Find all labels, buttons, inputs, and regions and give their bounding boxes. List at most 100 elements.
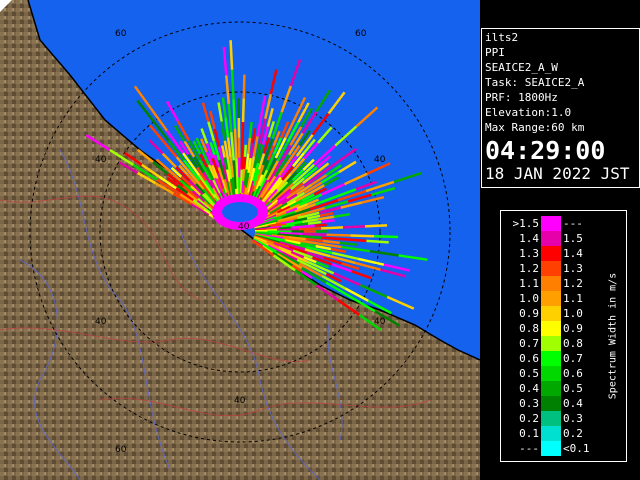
prf-value: PRF: 1800Hz xyxy=(485,91,558,104)
echo-ray xyxy=(276,228,300,232)
echo-ray xyxy=(364,224,388,228)
echo-ray xyxy=(298,227,322,231)
echo-ray xyxy=(248,121,253,138)
legend-color-swatch xyxy=(541,381,561,396)
legend-right-label: 0.7 xyxy=(563,352,583,365)
scan-mode: PPI xyxy=(485,46,505,59)
legend-color-swatch xyxy=(541,231,561,246)
legend-left-label: 1.1 xyxy=(519,277,539,290)
legend-left-label: 1.0 xyxy=(519,292,539,305)
echo-ray xyxy=(307,220,322,225)
legend-right-label: 1.2 xyxy=(563,277,583,290)
echo-ray xyxy=(326,233,351,237)
legend-left-label: 0.6 xyxy=(519,352,539,365)
legend-left-label: 0.2 xyxy=(519,412,539,425)
echo-ray xyxy=(302,224,315,228)
legend-color-swatch xyxy=(541,336,561,351)
legend-left-label: 0.3 xyxy=(519,397,539,410)
legend-color-swatch xyxy=(541,276,561,291)
echo-ray xyxy=(320,226,344,230)
legend-left-label: 1.2 xyxy=(519,262,539,275)
legend-color-swatch xyxy=(541,321,561,336)
legend-left-label: 1.3 xyxy=(519,247,539,260)
legend-left-label: 0.5 xyxy=(519,367,539,380)
echo-ray xyxy=(242,74,246,99)
legend-left-label: 0.1 xyxy=(519,427,539,440)
radar-ppi-map[interactable]: 60 60 40 40 40 40 40 40 60 xyxy=(0,0,480,480)
echo-ray xyxy=(314,223,327,227)
echo-ray xyxy=(245,153,250,170)
legend-right-label: 0.9 xyxy=(563,322,583,335)
ring-label: 40 xyxy=(374,317,386,327)
echo-ray xyxy=(350,234,375,238)
legend-color-swatch xyxy=(541,411,561,426)
legend-right-label: 0.5 xyxy=(563,382,583,395)
echo-ray xyxy=(374,234,399,239)
echo-ray xyxy=(344,238,367,243)
echo-ray xyxy=(366,239,389,244)
echo-ray xyxy=(242,168,246,182)
echo-ray xyxy=(321,219,335,224)
legend-left-label: 0.8 xyxy=(519,322,539,335)
legend-right-label: 0.3 xyxy=(563,412,583,425)
legend-right-label: --- xyxy=(563,217,583,230)
task-name: Task: SEAICE2_A xyxy=(485,76,585,89)
legend-right-label: 0.6 xyxy=(563,367,583,380)
legend-right-label: 0.8 xyxy=(563,337,583,350)
ring-label: 40 xyxy=(238,222,250,232)
legend-color-swatch xyxy=(541,426,561,441)
legend-right-label: 1.4 xyxy=(563,247,583,260)
legend-left-label: 0.4 xyxy=(519,382,539,395)
legend-unit-label: Spectrum Width in m/s xyxy=(607,272,619,400)
echo-ray xyxy=(246,137,252,154)
scan-name: SEAICE2_A_W xyxy=(485,61,558,74)
echo-ray xyxy=(241,98,245,123)
legend-color-swatch xyxy=(541,261,561,276)
color-legend: >1.5 --- 1.4 1.5 1.3 1.4 1.2 1.3 1.1 1.2 1.0 1.1 0.9… xyxy=(500,210,627,462)
ring-label: 40 xyxy=(374,155,386,165)
legend-right-label: 0.2 xyxy=(563,427,583,440)
ring-label: 60 xyxy=(115,445,127,455)
legend-color-swatch xyxy=(541,396,561,411)
legend-color-swatch xyxy=(541,216,561,231)
echo-ray xyxy=(294,222,309,227)
scan-date: 18 JAN 2022 JST xyxy=(485,164,630,183)
legend-right-label: 0.4 xyxy=(563,397,583,410)
echo-core-gap xyxy=(222,202,258,222)
elevation-value: Elevation:1.0 xyxy=(485,106,572,119)
legend-right-label: 1.3 xyxy=(563,262,583,275)
legend-left-label: 1.4 xyxy=(519,232,539,245)
echo-ray xyxy=(299,234,322,239)
ring-label: 60 xyxy=(115,29,127,39)
legend-left-label: 0.9 xyxy=(519,307,539,320)
echo-ray xyxy=(242,156,247,169)
echo-ray xyxy=(290,225,303,229)
echo-ray xyxy=(302,232,327,236)
legend-right-label: 1.1 xyxy=(563,292,583,305)
radar-info-panel: ilts2 PPI SEAICE2_A_W Task: SEAICE2_A PR… xyxy=(481,28,640,188)
legend-left-label: >1.5 xyxy=(512,217,540,230)
ring-label: 40 xyxy=(95,155,107,165)
legend-color-swatch xyxy=(541,366,561,381)
max-range-value: Max Range:60 km xyxy=(485,121,585,134)
radar-name: ilts2 xyxy=(485,31,519,44)
legend-right-label: 1.0 xyxy=(563,307,583,320)
legend-color-swatch xyxy=(541,306,561,321)
legend-left-label: --- xyxy=(519,442,539,455)
ring-label: 60 xyxy=(355,29,367,39)
echo-ray xyxy=(235,158,240,188)
scan-time: 04:29:00 xyxy=(485,136,606,165)
legend-right-label: <0.1 xyxy=(563,442,590,455)
ring-label: 40 xyxy=(234,396,246,406)
ring-label: 40 xyxy=(95,317,107,327)
echo-ray xyxy=(241,122,245,146)
echo-ray xyxy=(233,128,238,159)
echo-ray xyxy=(240,145,244,170)
echo-ray xyxy=(229,40,234,70)
echo-ray xyxy=(342,225,366,229)
legend-right-label: 1.5 xyxy=(563,232,583,245)
echo-ray xyxy=(321,236,345,241)
echo-ray xyxy=(230,69,235,100)
legend-color-swatch xyxy=(541,291,561,306)
legend-color-swatch xyxy=(541,441,561,456)
